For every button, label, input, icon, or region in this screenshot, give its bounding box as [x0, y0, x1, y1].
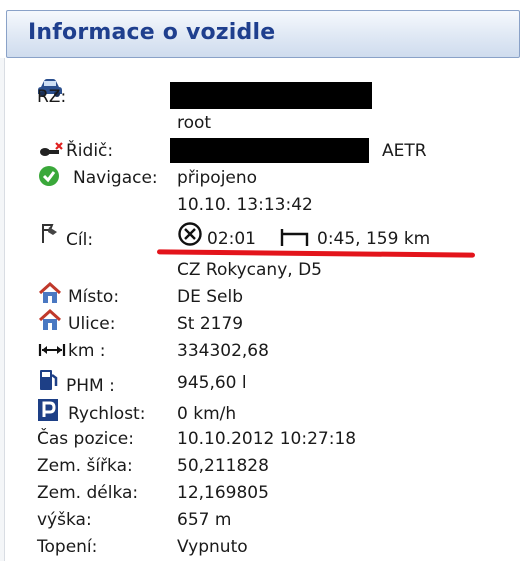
topeni-value: Vypnuto	[177, 537, 248, 557]
panel-left-border	[0, 58, 5, 561]
vyska-label: výška:	[37, 510, 92, 530]
driver-key-icon	[39, 141, 65, 163]
cas-label: Čas pozice:	[37, 429, 134, 449]
cil-label: Cíl:	[66, 230, 94, 250]
ulice-label: Ulice:	[68, 314, 116, 334]
cil-destination: CZ Rokycany, D5	[177, 260, 322, 280]
panel-title: Informace o vozidle	[28, 20, 276, 45]
km-label: km :	[68, 341, 106, 361]
navigace-time: 10.10. 13:13:42	[177, 195, 313, 215]
panel-header: Informace o vozidle	[6, 10, 520, 58]
rychlost-label: Rychlost:	[68, 404, 146, 424]
flags-icon	[38, 221, 62, 249]
misto-value: DE Selb	[177, 287, 243, 307]
crossed-circle-icon	[177, 221, 203, 251]
ridic-label: Řidič:	[66, 141, 114, 161]
vyska-value: 657 m	[177, 510, 232, 530]
house-icon	[38, 281, 62, 308]
sirka-value: 50,211828	[177, 456, 269, 476]
navigace-value: připojeno	[177, 168, 258, 188]
bed-icon	[280, 226, 310, 252]
redacted-plate	[170, 82, 372, 109]
house-icon	[38, 308, 62, 335]
rz-label: RZ:	[37, 87, 67, 107]
phm-label: PHM :	[66, 376, 115, 396]
rz-value: root	[177, 113, 212, 133]
misto-label: Místo:	[68, 287, 120, 307]
vehicle-info-panel: Informace o vozidle RZ: root Řidič: AETR…	[0, 0, 526, 561]
phm-value: 945,60 l	[177, 373, 247, 393]
cil-rest: 0:45, 159 km	[317, 229, 431, 249]
redacted-driver	[170, 138, 369, 163]
fuel-pump-icon	[38, 368, 60, 396]
cil-time: 02:01	[207, 229, 256, 249]
delka-label: Zem. délka:	[37, 483, 139, 503]
cas-value: 10.10.2012 10:27:18	[177, 429, 357, 449]
navigace-label: Navigace:	[73, 168, 158, 188]
topeni-label: Topení:	[37, 537, 98, 557]
ridic-suffix: AETR	[382, 141, 427, 161]
red-underline	[156, 249, 476, 258]
distance-arrow-icon	[38, 342, 66, 361]
rychlost-value: 0 km/h	[177, 404, 237, 424]
delka-value: 12,169805	[177, 483, 269, 503]
check-circle-icon	[38, 165, 60, 191]
ulice-value: St 2179	[177, 314, 244, 334]
km-value: 334302,68	[177, 341, 269, 361]
parking-icon	[37, 398, 59, 426]
sirka-label: Zem. šířka:	[37, 456, 133, 476]
